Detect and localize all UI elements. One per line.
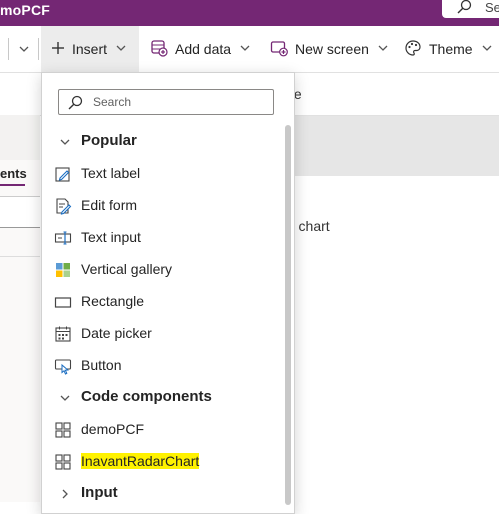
new-screen-button[interactable]: New screen <box>270 26 389 72</box>
chevron-down-icon[interactable] <box>18 26 30 72</box>
item-label: Button <box>81 357 122 373</box>
insert-item-demopcf[interactable]: demoPCF <box>42 414 282 444</box>
insert-search-box[interactable] <box>58 89 274 115</box>
section-input[interactable]: Input <box>42 478 282 508</box>
chevron-down-icon <box>481 41 493 57</box>
section-popular[interactable]: Popular <box>42 126 282 156</box>
insert-label: Insert <box>72 41 108 57</box>
tab-components[interactable]: ents <box>0 166 27 181</box>
item-label: Date picker <box>81 325 152 341</box>
tree-search-input[interactable] <box>0 196 40 228</box>
item-label: demoPCF <box>81 421 145 437</box>
section-label: Code components <box>81 388 212 405</box>
insert-item-edit-form[interactable]: Edit form <box>42 190 282 220</box>
insert-item-button[interactable]: Button <box>42 350 282 380</box>
search-icon <box>67 95 83 116</box>
calendar-icon <box>54 325 72 343</box>
insert-item-vertical-gallery[interactable]: Vertical gallery <box>42 254 282 284</box>
insert-search-input[interactable] <box>93 93 263 111</box>
section-code-components[interactable]: Code components <box>42 382 282 412</box>
section-label: Input <box>81 484 118 501</box>
divider <box>0 256 40 257</box>
item-label: Rectangle <box>81 293 145 309</box>
insert-item-text-input[interactable]: Text input <box>42 222 282 252</box>
rectangle-icon <box>54 293 72 311</box>
tab-underline <box>0 184 25 186</box>
search-icon <box>456 0 472 20</box>
app-header: moPCF Se <box>0 0 499 26</box>
section-label: Popular <box>81 132 137 149</box>
chevron-down-icon <box>115 41 127 57</box>
canvas-label: r chart <box>290 218 330 234</box>
code-component-icon <box>54 453 72 471</box>
chevron-down-icon <box>59 135 71 153</box>
item-label: InavantRadarChart <box>81 453 200 469</box>
add-data-button[interactable]: Add data <box>150 26 251 72</box>
text-input-icon <box>54 229 72 247</box>
item-label: Text input <box>81 229 141 245</box>
text-label-icon <box>54 165 72 183</box>
new-screen-icon <box>270 39 288 60</box>
global-search-placeholder: Se <box>485 0 499 15</box>
edit-form-icon <box>54 197 72 215</box>
canvas-header <box>290 116 499 176</box>
insert-item-text-label[interactable]: Text label <box>42 158 282 188</box>
plus-icon <box>51 41 65 58</box>
new-screen-label: New screen <box>295 41 369 57</box>
divider <box>8 38 9 60</box>
item-label: Text label <box>81 165 141 181</box>
code-component-icon <box>54 421 72 439</box>
gallery-icon <box>54 261 72 279</box>
insert-item-inavantradarchart[interactable]: InavantRadarChart <box>42 446 282 476</box>
chevron-down-icon <box>59 391 71 409</box>
global-search-box[interactable]: Se <box>442 0 499 18</box>
command-bar: Insert Add data New screen Theme <box>0 26 499 73</box>
button-icon <box>54 357 72 375</box>
chevron-down-icon <box>377 41 389 57</box>
insert-item-date-picker[interactable]: Date picker <box>42 318 282 348</box>
app-title: moPCF <box>0 2 50 18</box>
palette-icon <box>404 39 422 60</box>
insert-button[interactable]: Insert <box>41 26 139 72</box>
scrollbar[interactable] <box>285 125 291 505</box>
insert-dropdown-menu: Popular Text label Edit form Text input … <box>41 72 295 514</box>
item-label: Edit form <box>81 197 138 213</box>
item-label: Vertical gallery <box>81 261 173 277</box>
divider <box>38 38 39 60</box>
insert-item-rectangle[interactable]: Rectangle <box>42 286 282 316</box>
theme-label: Theme <box>429 41 473 57</box>
add-data-label: Add data <box>175 41 232 57</box>
theme-button[interactable]: Theme <box>404 26 493 72</box>
chevron-right-icon <box>59 487 71 505</box>
database-add-icon <box>150 39 168 60</box>
chevron-down-icon <box>239 41 251 57</box>
